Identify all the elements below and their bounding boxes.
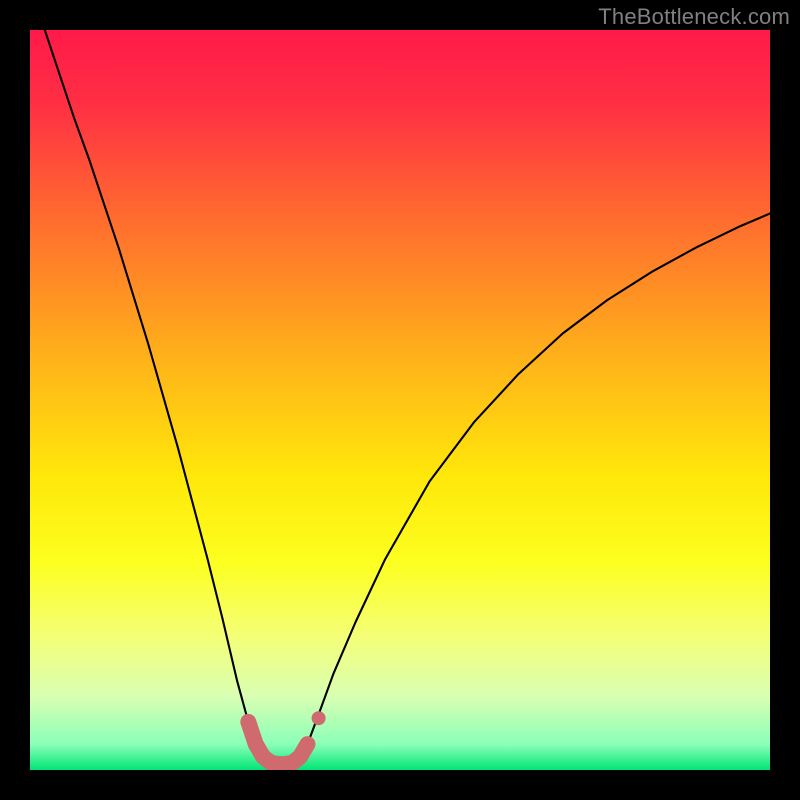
- gradient-background: [30, 30, 770, 770]
- watermark-text: TheBottleneck.com: [598, 4, 790, 30]
- bottleneck-chart: [30, 30, 770, 770]
- marker-dot: [312, 711, 326, 725]
- plot-area: [30, 30, 770, 770]
- chart-frame: TheBottleneck.com: [0, 0, 800, 800]
